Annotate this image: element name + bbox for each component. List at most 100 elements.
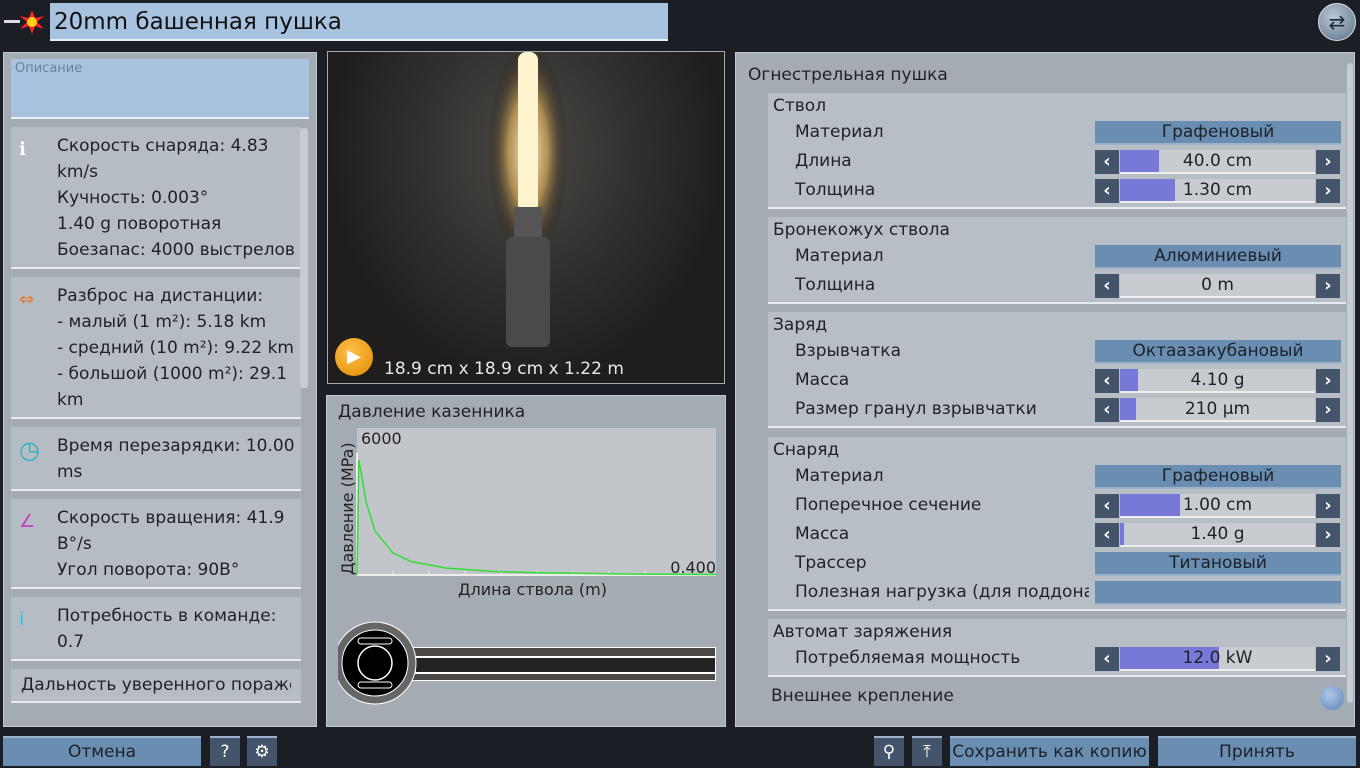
parts-scrollbar[interactable]	[1347, 63, 1353, 703]
external-mount-toggle[interactable]	[1320, 686, 1344, 710]
part-group: Ствол Материал Графеновый Длина ‹ 40.0 cm › Тол…	[768, 93, 1346, 209]
material-select[interactable]: Графеновый	[1095, 121, 1341, 145]
slider-track[interactable]: 12.0 kW	[1120, 647, 1315, 671]
info-icon: ℹ	[19, 139, 26, 160]
decrease-arrow-icon[interactable]: ‹	[1095, 274, 1119, 298]
slider-track[interactable]: 1.40 g	[1120, 523, 1315, 547]
slider-track[interactable]: 210 μm	[1120, 398, 1315, 422]
pin-icon[interactable]: ⚲	[874, 736, 904, 766]
section-title: Огнестрельная пушка	[748, 65, 948, 85]
value-slider[interactable]: ‹ 40.0 cm ›	[1095, 150, 1341, 174]
property-row: Взрывчатка Октаазакубановый	[768, 339, 1346, 368]
stats-scrollbar[interactable]	[300, 128, 308, 388]
material-select[interactable]: Графеновый	[1095, 465, 1341, 489]
property-row: Материал Графеновый	[768, 120, 1346, 149]
stat-text: Потребность в команде: 0.7	[57, 606, 277, 652]
description-input[interactable]: Описание	[11, 59, 309, 119]
design-name-input[interactable]: 20mm башенная пушка	[50, 3, 668, 41]
property-row: Трассер Титановый	[768, 551, 1346, 580]
group-title: Заряд	[773, 315, 828, 335]
weapon-preview[interactable]	[327, 51, 725, 384]
external-mount-label: Внешнее крепление	[771, 686, 954, 706]
upload-icon[interactable]: ⤒	[912, 736, 942, 766]
stats-panel: Описание ℹ Скорость снаряда: 4.83 km/s Ку…	[3, 52, 317, 727]
material-select[interactable]: Октаазакубановый	[1095, 340, 1341, 364]
cancel-button[interactable]: Отмена	[3, 736, 201, 766]
property-row: Материал Графеновый	[768, 464, 1346, 493]
clock-icon: ◷	[19, 436, 40, 464]
property-label: Потребляемая мощность	[795, 648, 1021, 668]
y-axis-label: Давление (MPa)	[338, 442, 357, 575]
property-row: Потребляемая мощность ‹ 12.0 kW ›	[768, 646, 1346, 675]
stat-card: ⅰ Потребность в команде: 0.7	[11, 597, 301, 661]
value-slider[interactable]: ‹ 1.30 cm ›	[1095, 179, 1341, 203]
property-label: Полезная нагрузка (для поддона)	[795, 582, 1089, 602]
slider-value: 40.0 cm	[1182, 151, 1253, 171]
property-label: Длина	[795, 151, 852, 171]
part-group: Снаряд Материал Графеновый Поперечное сечен…	[768, 437, 1346, 611]
help-button[interactable]: ?	[210, 736, 240, 766]
accept-button[interactable]: Принять	[1158, 736, 1356, 766]
property-row: Масса ‹ 1.40 g ›	[768, 522, 1346, 551]
decrease-arrow-icon[interactable]: ‹	[1095, 494, 1119, 518]
slider-track[interactable]: 1.00 cm	[1120, 494, 1315, 518]
value-slider[interactable]: ‹ 1.00 cm ›	[1095, 494, 1341, 518]
y-max-label: 6000	[361, 429, 402, 448]
slider-track[interactable]: 4.10 g	[1120, 369, 1315, 393]
property-label: Материал	[795, 246, 884, 266]
decrease-arrow-icon[interactable]: ‹	[1095, 150, 1119, 174]
slider-track[interactable]: 0 m	[1120, 274, 1315, 298]
material-select[interactable]: Алюминиевый	[1095, 245, 1341, 269]
property-label: Толщина	[795, 180, 876, 200]
explosion-logo-icon	[4, 8, 46, 36]
slider-value: 1.00 cm	[1182, 495, 1253, 515]
slider-track[interactable]: 1.30 cm	[1120, 179, 1315, 203]
dimensions-label: 18.9 cm x 18.9 cm x 1.22 m	[384, 359, 624, 379]
pressure-chart: 6000 0.400 Длина ствола (m) Давление (MPa)	[338, 428, 717, 705]
decrease-arrow-icon[interactable]: ‹	[1095, 398, 1119, 422]
group-title: Снаряд	[773, 440, 840, 460]
property-row: Длина ‹ 40.0 cm ›	[768, 149, 1346, 178]
settings-gear-icon[interactable]: ⚙	[247, 736, 277, 766]
save-copy-button[interactable]: Сохранить как копию	[950, 736, 1149, 766]
property-row: Масса ‹ 4.10 g ›	[768, 368, 1346, 397]
value-slider[interactable]: ‹ 4.10 g ›	[1095, 369, 1341, 393]
increase-arrow-icon[interactable]: ›	[1316, 647, 1340, 671]
stat-text: Дальность уверенного пораже	[21, 675, 291, 695]
x-axis-label: Длина ствола (m)	[458, 580, 607, 599]
decrease-arrow-icon[interactable]: ‹	[1095, 179, 1119, 203]
material-select[interactable]: Титановый	[1095, 552, 1341, 576]
increase-arrow-icon[interactable]: ›	[1316, 494, 1340, 518]
increase-arrow-icon[interactable]: ›	[1316, 274, 1340, 298]
property-label: Масса	[795, 524, 850, 544]
value-slider[interactable]: ‹ 0 m ›	[1095, 274, 1341, 298]
value-slider[interactable]: ‹ 1.40 g ›	[1095, 523, 1341, 547]
group-title: Ствол	[773, 96, 827, 116]
property-row: Поперечное сечение ‹ 1.00 cm ›	[768, 493, 1346, 522]
property-label: Толщина	[795, 275, 876, 295]
material-select[interactable]	[1095, 581, 1341, 605]
property-row: Толщина ‹ 0 m ›	[768, 273, 1346, 302]
value-slider[interactable]: ‹ 210 μm ›	[1095, 398, 1341, 422]
stat-text: Разброс на дистанции: - малый (1 m²): 5.…	[57, 286, 294, 410]
play-animation-button[interactable]: ▶	[335, 338, 373, 376]
crew-icon: ⅰ	[19, 609, 25, 630]
part-group: Автомат заряжения Потребляемая мощность ‹ 1…	[768, 619, 1346, 677]
swap-view-button[interactable]: ⇄	[1318, 3, 1356, 41]
increase-arrow-icon[interactable]: ›	[1316, 150, 1340, 174]
slider-track[interactable]: 40.0 cm	[1120, 150, 1315, 174]
cannon-render	[488, 52, 568, 347]
property-label: Поперечное сечение	[795, 495, 982, 515]
increase-arrow-icon[interactable]: ›	[1316, 369, 1340, 393]
value-slider[interactable]: ‹ 12.0 kW ›	[1095, 647, 1341, 671]
increase-arrow-icon[interactable]: ›	[1316, 523, 1340, 547]
decrease-arrow-icon[interactable]: ‹	[1095, 523, 1119, 547]
increase-arrow-icon[interactable]: ›	[1316, 398, 1340, 422]
plot-area	[357, 428, 716, 575]
increase-arrow-icon[interactable]: ›	[1316, 179, 1340, 203]
decrease-arrow-icon[interactable]: ‹	[1095, 647, 1119, 671]
property-label: Трассер	[795, 553, 867, 573]
parts-panel: Огнестрельная пушка Ствол Материал Графено…	[735, 52, 1355, 727]
decrease-arrow-icon[interactable]: ‹	[1095, 369, 1119, 393]
stat-card: ℹ Скорость снаряда: 4.83 km/s Кучность: 0…	[11, 127, 301, 269]
